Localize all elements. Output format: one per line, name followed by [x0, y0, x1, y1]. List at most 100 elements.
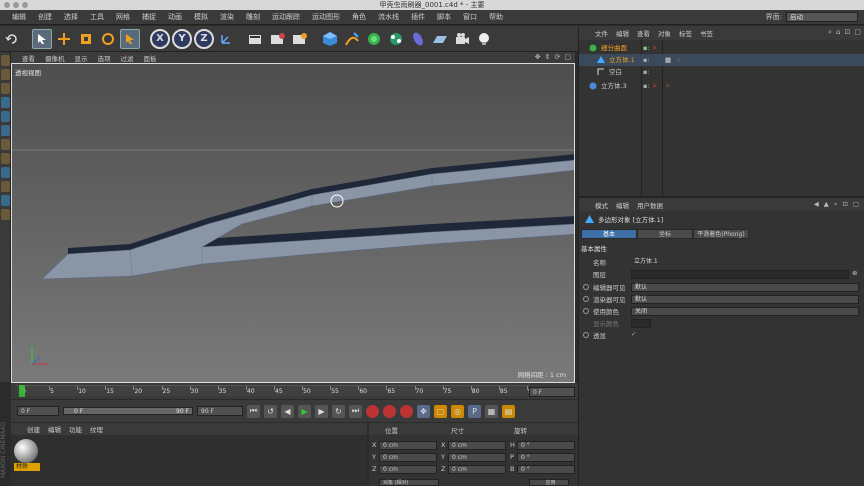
next-frame-icon[interactable]: ▶ [315, 404, 328, 418]
object-row-selected[interactable]: 立方体.1 ▪: ▦ ⁘ [579, 54, 864, 66]
keyframe-selection-icon[interactable] [400, 404, 413, 418]
floor-icon[interactable] [430, 29, 450, 49]
name-field[interactable]: 立方体.1 [631, 258, 859, 267]
pla-key-icon[interactable]: ▦ [485, 404, 498, 418]
viewport-menu-display[interactable]: 显示 [70, 53, 93, 63]
material-menu-create[interactable]: 创建 [27, 424, 40, 434]
phong-tag-icon[interactable]: ⁘ [676, 54, 681, 66]
lock-icon[interactable]: ⊡ [842, 200, 847, 209]
visibility-dots-icon[interactable]: ▪: [643, 66, 650, 78]
render-settings-icon[interactable] [290, 29, 310, 49]
animate-radio[interactable] [583, 308, 589, 314]
window-controls[interactable] [4, 2, 28, 8]
up-arrow-icon[interactable]: ▲ [824, 200, 829, 209]
menu-script[interactable]: 脚本 [431, 12, 457, 22]
menu-sculpt[interactable]: 雕刻 [240, 12, 266, 22]
tab-coordinates[interactable]: 坐标 [637, 229, 693, 239]
phong-tag-icon[interactable]: ⁘ [665, 80, 670, 92]
perspective-viewport[interactable]: 透视视图 网格间距 : 1 cm [11, 63, 575, 383]
size-z-field[interactable]: 0 cm [448, 465, 506, 474]
xray-checkbox-icon[interactable]: ✓ [631, 330, 636, 338]
solo-icon[interactable] [1, 209, 10, 220]
animate-radio[interactable] [583, 332, 589, 338]
move-icon[interactable] [54, 29, 74, 49]
layer-field[interactable] [631, 270, 849, 279]
material-menu-function[interactable]: 功能 [69, 424, 82, 434]
menu-create[interactable]: 创建 [32, 12, 58, 22]
undo-icon[interactable] [2, 29, 22, 49]
param-key-icon[interactable]: P [468, 404, 481, 418]
layout-select[interactable]: 启动 [786, 12, 858, 22]
menu-tools[interactable]: 工具 [84, 12, 110, 22]
material-thumbnail[interactable]: 材质 [14, 439, 40, 471]
use-color-select[interactable]: 关闭 [631, 307, 859, 316]
frame-range-slider[interactable]: 0 F 90 F [63, 407, 193, 415]
mograph-cloner-icon[interactable] [386, 29, 406, 49]
workplane-icon[interactable] [1, 83, 10, 94]
size-y-field[interactable]: 0 cm [448, 453, 506, 462]
obj-menu-file[interactable]: 文件 [595, 28, 608, 38]
live-select-icon[interactable] [120, 28, 140, 49]
points-mode-icon[interactable] [1, 97, 10, 108]
scale-icon[interactable] [76, 29, 96, 49]
model-mode-icon[interactable] [1, 55, 10, 66]
axis-mode-icon[interactable] [1, 139, 10, 150]
menu-help[interactable]: 帮助 [483, 12, 509, 22]
layer-picker-icon[interactable]: ⊛ [852, 269, 857, 277]
position-y-field[interactable]: 0 cm [379, 453, 437, 462]
obj-menu-edit[interactable]: 编辑 [616, 28, 629, 38]
menu-window[interactable]: 窗口 [457, 12, 483, 22]
next-key-icon[interactable]: ↻ [332, 404, 345, 418]
material-menu-texture[interactable]: 纹理 [90, 424, 103, 434]
back-arrow-icon[interactable]: ◀ [814, 200, 819, 209]
current-frame-field[interactable]: 0 F [17, 406, 59, 416]
menu-plugins[interactable]: 插件 [405, 12, 431, 22]
position-z-field[interactable]: 0 cm [379, 465, 437, 474]
visibility-dots-icon[interactable]: ▪: [643, 42, 650, 54]
tweak-mode-icon[interactable] [1, 153, 10, 164]
display-color-swatch[interactable] [631, 319, 651, 328]
go-to-end-icon[interactable]: ⏭ [349, 404, 362, 418]
menu-character[interactable]: 角色 [346, 12, 372, 22]
render-view-icon[interactable] [246, 29, 266, 49]
subdivision-icon[interactable] [364, 29, 384, 49]
disabled-check-icon[interactable]: ✕ [652, 42, 657, 54]
texture-mode-icon[interactable] [1, 69, 10, 80]
camera-icon[interactable] [452, 29, 472, 49]
visibility-dots-icon[interactable]: ▪: [643, 54, 650, 66]
obj-menu-tags[interactable]: 标签 [679, 28, 692, 38]
orbit-icon[interactable]: ⟳ [555, 53, 561, 61]
menu-animate[interactable]: 动画 [162, 12, 188, 22]
apply-button[interactable]: 应用 [529, 479, 569, 486]
zoom-icon[interactable]: ⇕ [545, 53, 551, 61]
obj-menu-bookmarks[interactable]: 书签 [700, 28, 713, 38]
attr-menu-edit[interactable]: 编辑 [616, 200, 629, 210]
prev-frame-icon[interactable]: ◀ [281, 404, 294, 418]
go-to-start-icon[interactable]: ⏮ [247, 404, 260, 418]
expand-icon[interactable]: ▢ [854, 28, 861, 37]
attr-menu-userdata[interactable]: 用户数据 [637, 200, 663, 210]
editor-visible-select[interactable]: 默认 [631, 283, 859, 292]
auto-key-icon[interactable] [383, 404, 396, 418]
object-row[interactable]: 细分曲面 ▪: ✕ [579, 42, 864, 54]
viewport-menu-options[interactable]: 选项 [93, 53, 116, 63]
menu-mesh[interactable]: 网格 [110, 12, 136, 22]
render-visible-select[interactable]: 默认 [631, 295, 859, 304]
edges-mode-icon[interactable] [1, 111, 10, 122]
viewport-menu-cameras[interactable]: 摄像机 [40, 53, 70, 63]
rotate-icon[interactable] [98, 29, 118, 49]
tab-phong[interactable]: 平滑着色(Phong) [693, 229, 749, 239]
lock-icon[interactable]: ⊡ [845, 28, 851, 37]
playhead[interactable] [19, 385, 25, 397]
rotation-p-field[interactable]: 0 ° [517, 453, 575, 462]
material-menu-edit[interactable]: 编辑 [48, 424, 61, 434]
menu-motion-tracking[interactable]: 运动跟踪 [266, 12, 306, 22]
scale-key-icon[interactable]: ▢ [434, 404, 447, 418]
rotation-key-icon[interactable]: ◎ [451, 404, 464, 418]
viewport-menu-filter[interactable]: 过滤 [116, 53, 139, 63]
new-window-icon[interactable]: ▢ [853, 200, 859, 209]
pan-icon[interactable]: ✥ [535, 53, 541, 61]
disabled-check-icon[interactable]: ✕ [652, 80, 657, 92]
size-x-field[interactable]: 0 cm [448, 441, 506, 450]
checker-tag-icon[interactable]: ▦ [665, 54, 671, 66]
